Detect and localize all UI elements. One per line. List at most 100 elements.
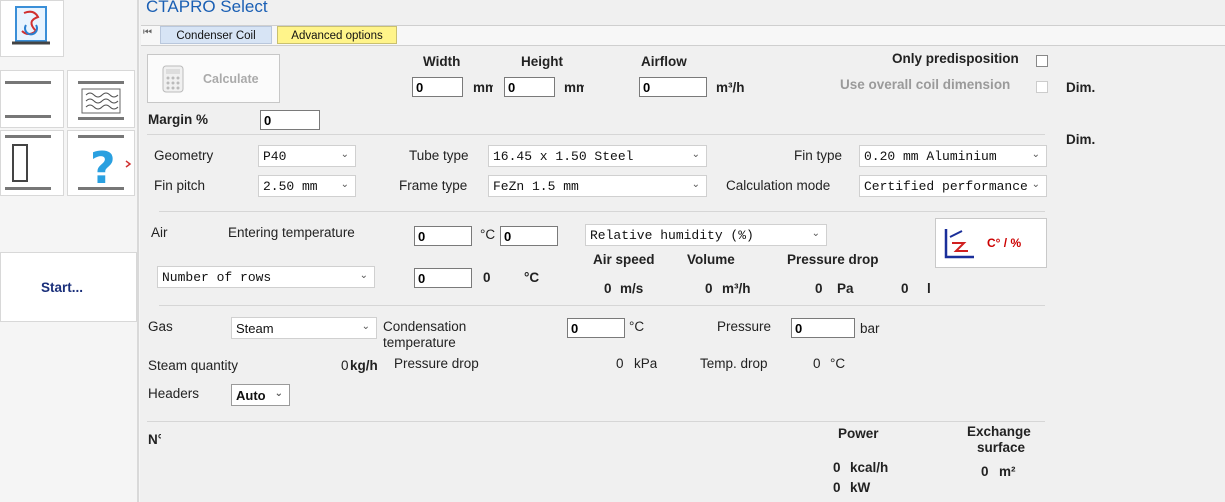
rows-select[interactable]: Number of rows ⌄: [157, 266, 375, 288]
divider-1: [147, 134, 1045, 135]
chevron-down-icon: ⌄: [691, 179, 700, 190]
n-label: N°: [148, 432, 161, 447]
air-speed-value: 0: [604, 281, 612, 296]
pressure-label: Pressure: [717, 319, 772, 334]
tube-type-select[interactable]: 16.45 x 1.50 Steel ⌄: [488, 145, 707, 167]
tab-condenser-coil[interactable]: Condenser Coil: [160, 26, 272, 44]
power-label: Power: [838, 426, 879, 441]
rows-select-value: Number of rows: [162, 270, 272, 285]
exchange-label-2: surface: [977, 440, 1026, 455]
margin-input[interactable]: [260, 110, 320, 130]
chevron-down-icon: ⌄: [359, 270, 368, 281]
width-input[interactable]: [412, 77, 463, 97]
sidebar-tile-door[interactable]: [0, 130, 64, 196]
sidebar-tile-coil-1[interactable]: [0, 70, 64, 128]
calculator-icon: [162, 65, 184, 93]
fin-pitch-label: Fin pitch: [154, 178, 206, 193]
air-pressure-drop-label: Pressure drop: [787, 252, 879, 267]
airflow-input[interactable]: [639, 77, 707, 97]
power-kw-value: 0: [833, 480, 841, 495]
pressure-input[interactable]: [791, 318, 855, 338]
rows-input[interactable]: [414, 268, 472, 288]
temp-drop-value: 0: [813, 356, 821, 371]
chevron-down-icon: ⌄: [1031, 179, 1040, 190]
rows-output: 0: [483, 270, 491, 285]
app-title: CTAPRO Select: [146, 0, 268, 16]
chevron-down-icon: ⌄: [340, 149, 349, 160]
calc-mode-label: Calculation mode: [726, 178, 831, 193]
volume-value: 0: [705, 281, 713, 296]
tube-type-value: 16.45 x 1.50 Steel: [493, 149, 634, 164]
only-predisposition-label: Only predisposition: [892, 51, 1019, 66]
temp-drop-unit: °C: [830, 356, 846, 371]
air-pd-unit-2: l: [927, 281, 931, 296]
geometry-select[interactable]: P40 ⌄: [258, 145, 356, 167]
gas-label: Gas: [148, 319, 173, 334]
volume-unit: m³/h: [722, 281, 751, 296]
rows-unit: °C: [524, 270, 540, 285]
unit-toggle-button[interactable]: C° / %: [935, 218, 1047, 268]
height-unit: mm: [564, 80, 584, 95]
use-overall-checkbox[interactable]: [1036, 81, 1048, 93]
heat-exchanger-icon: [78, 81, 124, 120]
humidity-select[interactable]: Relative humidity (%) ⌄: [585, 224, 827, 246]
condensation-temp-unit: °C: [629, 319, 645, 334]
gas-value: Steam: [236, 321, 274, 336]
entering-temperature-label: Entering temperature: [228, 225, 355, 240]
tube-type-label: Tube type: [409, 148, 469, 163]
fin-type-select[interactable]: 0.20 mm Aluminium ⌄: [859, 145, 1047, 167]
only-predisposition-checkbox[interactable]: [1036, 55, 1048, 67]
door-icon: [5, 135, 51, 190]
start-button[interactable]: Start...: [0, 252, 137, 322]
help-question-icon: ?: [78, 135, 132, 194]
power-kcal-value: 0: [833, 460, 841, 475]
tab-advanced-options-label: Advanced options: [291, 30, 383, 42]
condensation-label-1: Condensation: [383, 319, 467, 334]
gas-select[interactable]: Steam ⌄: [231, 317, 377, 339]
tab-advanced-options[interactable]: Advanced options: [277, 26, 397, 44]
air-pd-value-2: 0: [901, 281, 909, 296]
gas-pressure-drop-unit: kPa: [634, 356, 657, 371]
fin-type-label: Fin type: [794, 148, 843, 163]
sidebar-tile-coil-2[interactable]: [67, 70, 135, 128]
geometry-label: Geometry: [154, 148, 214, 163]
coil-frame-icon: [5, 81, 51, 118]
use-overall-label: Use overall coil dimension: [840, 77, 1011, 92]
steam-quantity-label: Steam quantity: [148, 358, 239, 373]
chevron-down-icon: ⌄: [274, 388, 283, 399]
condensation-label-2: temperature: [383, 335, 456, 350]
chevron-down-icon: ⌄: [340, 179, 349, 190]
margin-label: Margin %: [148, 112, 209, 127]
app-logo-tile[interactable]: [0, 0, 64, 57]
condensation-temp-input[interactable]: [567, 318, 625, 338]
width-unit: mm: [473, 80, 493, 95]
height-label: Height: [521, 54, 563, 69]
gas-pressure-drop-label: Pressure drop: [394, 356, 479, 371]
fin-pitch-select[interactable]: 2.50 mm ⌄: [258, 175, 356, 197]
air-label: Air: [151, 225, 168, 240]
calculate-label: Calculate: [203, 72, 259, 86]
chevron-down-icon: ⌄: [811, 228, 820, 239]
calc-mode-select[interactable]: Certified performance ⌄: [859, 175, 1047, 197]
calculate-button[interactable]: Calculate: [147, 54, 280, 103]
tab-scroll-first-icon[interactable]: ⏮: [143, 27, 152, 38]
height-input[interactable]: [504, 77, 555, 97]
headers-select[interactable]: Auto ⌄: [231, 384, 290, 406]
divider-4: [147, 421, 1045, 422]
temp-drop-label: Temp. drop: [700, 356, 768, 371]
humidity-input[interactable]: [500, 226, 558, 246]
sidebar-tile-help[interactable]: ?: [67, 130, 135, 196]
steam-quantity-value: 0: [341, 358, 349, 373]
air-pd-value: 0: [815, 281, 823, 296]
temperature-chart-icon: [944, 229, 974, 259]
entering-temperature-input[interactable]: [414, 226, 472, 246]
frame-type-select[interactable]: FeZn 1.5 mm ⌄: [488, 175, 707, 197]
dim-label-2: Dim.: [1066, 132, 1096, 147]
headers-label: Headers: [148, 386, 200, 401]
frame-type-value: FeZn 1.5 mm: [493, 179, 579, 194]
airflow-label: Airflow: [641, 54, 687, 69]
svg-text:?: ?: [90, 143, 116, 194]
sidebar: ? Start...: [0, 0, 140, 502]
fin-pitch-value: 2.50 mm: [263, 179, 318, 194]
app-logo-icon: [12, 6, 50, 45]
